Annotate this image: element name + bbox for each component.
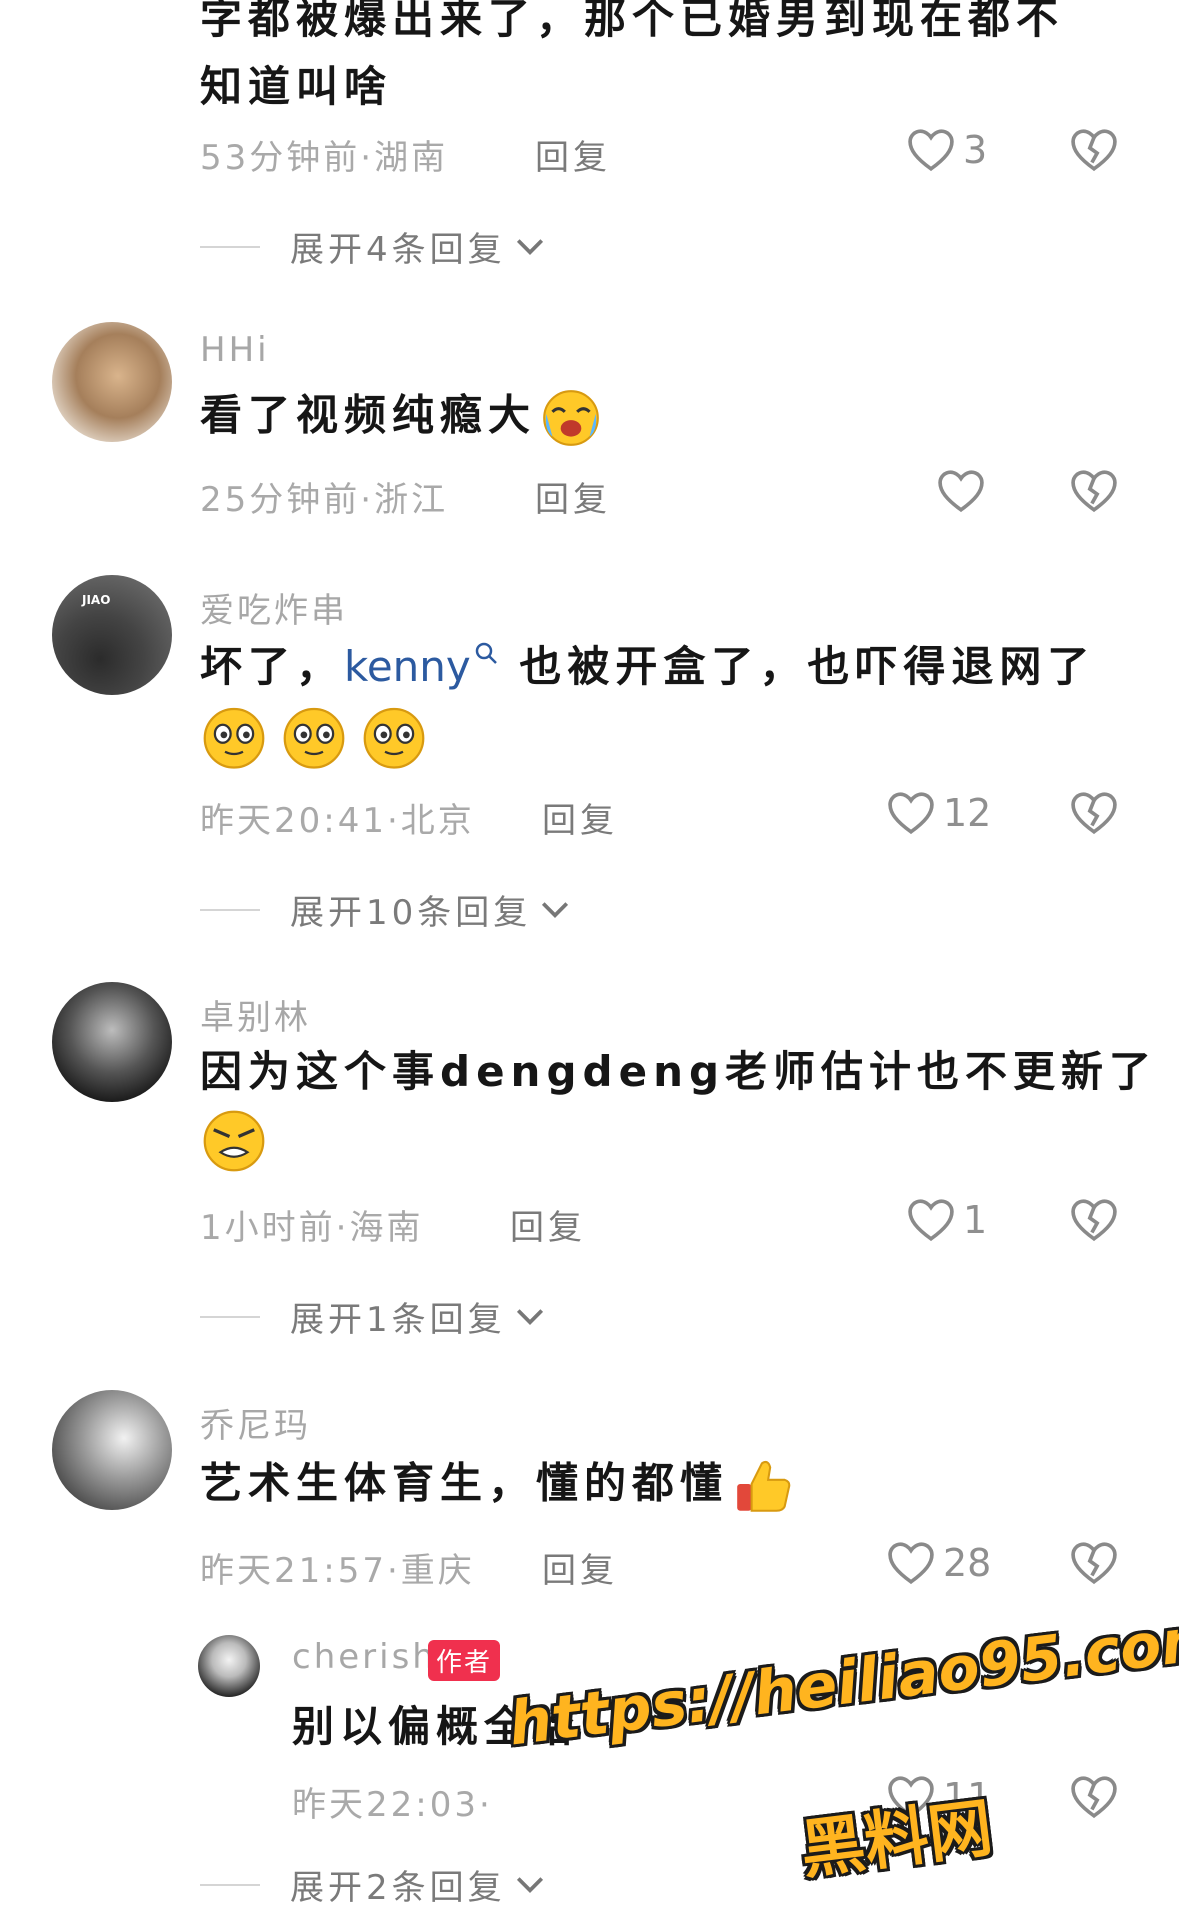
username[interactable]: HHi — [200, 330, 270, 370]
broken-heart-icon[interactable] — [1068, 1197, 1120, 1243]
like-count: 28 — [943, 1541, 992, 1585]
avatar[interactable] — [52, 1390, 172, 1510]
worried-face-emoji-icon — [278, 700, 350, 772]
chevron-down-icon — [539, 899, 571, 921]
reply-button[interactable]: 回复 — [535, 472, 611, 521]
worried-face-emoji-icon — [358, 700, 430, 772]
broken-heart-icon[interactable] — [1068, 127, 1120, 173]
grinning-angry-emoji-icon — [198, 1105, 270, 1177]
username[interactable]: 乔尼玛 — [200, 1398, 311, 1447]
avatar-caption: JIAO — [82, 593, 111, 607]
comment-text-part-a: 坏了， — [200, 642, 345, 691]
broken-heart-icon[interactable] — [1068, 468, 1120, 514]
avatar[interactable] — [52, 322, 172, 442]
crying-laugh-emoji-icon — [536, 385, 606, 451]
heart-outline-icon — [885, 790, 937, 836]
comment-text-line2: 知道叫啥 — [200, 62, 393, 111]
broken-heart-icon[interactable] — [1068, 790, 1120, 836]
like-count: 1 — [963, 1198, 988, 1242]
divider-line — [200, 1315, 260, 1318]
expand-replies-label: 展开2条回复 — [290, 1868, 506, 1908]
worried-face-emoji-icon — [198, 700, 270, 772]
broken-heart-icon[interactable] — [1068, 1774, 1120, 1820]
username[interactable]: cherish — [292, 1637, 437, 1677]
username[interactable]: 卓别林 — [200, 990, 311, 1039]
watermark-url: https://heiliao95.com — [505, 1602, 1179, 1760]
expand-replies-label: 展开4条回复 — [290, 230, 506, 270]
mention-link[interactable]: kenny — [344, 642, 499, 691]
avatar[interactable] — [52, 982, 172, 1102]
comment-meta: 昨天20:41·北京 — [200, 801, 475, 841]
emoji-row — [198, 700, 430, 772]
reply-button[interactable]: 回复 — [510, 1200, 586, 1249]
comment-meta: 昨天22:03· — [292, 1785, 493, 1825]
reply-button[interactable]: 回复 — [535, 130, 611, 179]
comment-text: 艺术生体育生，懂的都懂 — [200, 1453, 800, 1519]
chevron-down-icon — [514, 1874, 546, 1896]
expand-replies-button[interactable]: 展开2条回复 — [200, 1860, 546, 1909]
heart-outline-icon — [905, 127, 957, 173]
author-badge: 作者 — [428, 1640, 501, 1681]
expand-replies-label: 展开1条回复 — [290, 1300, 506, 1340]
expand-replies-button[interactable]: 展开4条回复 — [200, 222, 546, 271]
expand-replies-label: 展开10条回复 — [290, 893, 532, 933]
comment-meta: 昨天21:57·重庆 — [200, 1551, 475, 1591]
like-button[interactable]: 28 — [885, 1540, 991, 1586]
expand-replies-button[interactable]: 展开1条回复 — [200, 1292, 546, 1341]
search-icon — [475, 642, 497, 664]
comment-meta: 25分钟前·浙江 — [200, 480, 449, 520]
like-count: 12 — [943, 791, 992, 835]
heart-outline-icon — [905, 1197, 957, 1243]
comment-text: 因为这个事dengdeng老师估计也不更新了 — [200, 1047, 1158, 1096]
comment-text-content: 看了视频纯瘾大 — [200, 390, 537, 440]
broken-heart-icon[interactable] — [1068, 1540, 1120, 1586]
comment-text-part-b: 也被开盒了，也吓得退网了 — [498, 642, 1096, 691]
reply-button[interactable]: 回复 — [542, 1543, 618, 1592]
comment-meta: 1小时前·海南 — [200, 1208, 424, 1248]
comment-text-line1: 字都被爆出来了，那个已婚男到现在都不 — [200, 0, 1065, 43]
reply-button[interactable]: 回复 — [542, 793, 618, 842]
heart-outline-icon — [885, 1540, 937, 1586]
avatar[interactable] — [198, 1635, 260, 1697]
avatar[interactable]: JIAO — [52, 575, 172, 695]
heart-outline-icon[interactable] — [935, 468, 987, 514]
like-count: 3 — [963, 128, 988, 172]
watermark-brand: 黑料网 — [796, 1791, 997, 1889]
comment-text: 看了视频纯瘾大 — [200, 385, 606, 451]
divider-line — [200, 245, 260, 248]
expand-replies-button[interactable]: 展开10条回复 — [200, 885, 571, 934]
chevron-down-icon — [514, 236, 546, 258]
like-button[interactable]: 1 — [905, 1197, 987, 1243]
username[interactable]: 爱吃炸串 — [200, 583, 348, 632]
like-button[interactable]: 3 — [905, 127, 987, 173]
divider-line — [200, 1883, 260, 1886]
divider-line — [200, 908, 260, 911]
comment-text-content: 艺术生体育生，懂的都懂 — [200, 1458, 729, 1508]
comment-meta: 53分钟前·湖南 — [200, 138, 449, 178]
comment-text: 坏了，kenny 也被开盒了，也吓得退网了 — [200, 640, 1095, 695]
thumbs-up-emoji-icon — [728, 1453, 800, 1519]
like-button[interactable]: 12 — [885, 790, 991, 836]
mention-text: kenny — [344, 642, 471, 691]
chevron-down-icon — [514, 1306, 546, 1328]
